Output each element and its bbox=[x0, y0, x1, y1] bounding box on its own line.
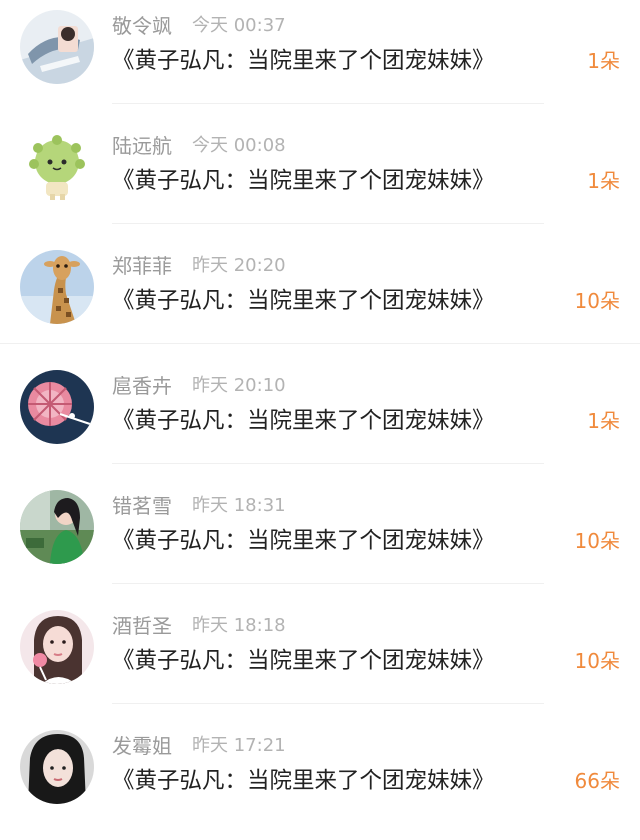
divider bbox=[112, 583, 544, 584]
flower-count: 10朵 bbox=[574, 649, 620, 673]
girl-with-lollipop-avatar-icon bbox=[20, 610, 94, 684]
girl-outdoors-avatar-icon bbox=[20, 490, 94, 564]
avatar[interactable] bbox=[20, 490, 94, 564]
timestamp: 昨天 17:21 bbox=[192, 735, 286, 756]
comment-text[interactable]: 《黄子弘凡：当院里来了个团宠妹妹》 bbox=[112, 46, 495, 76]
avatar[interactable] bbox=[20, 10, 94, 84]
avatar[interactable] bbox=[20, 730, 94, 804]
avatar[interactable] bbox=[20, 250, 94, 324]
user-name[interactable]: 错茗雪 bbox=[112, 494, 172, 518]
comment-row[interactable]: 敬令飒 今天 00:37 《黄子弘凡：当院里来了个团宠妹妹》 1朵 bbox=[0, 0, 640, 120]
comment-row[interactable]: 郑菲菲 昨天 20:20 《黄子弘凡：当院里来了个团宠妹妹》 10朵 bbox=[0, 240, 640, 360]
comment-text[interactable]: 《黄子弘凡：当院里来了个团宠妹妹》 bbox=[112, 646, 495, 676]
comment-text[interactable]: 《黄子弘凡：当院里来了个团宠妹妹》 bbox=[112, 526, 495, 556]
comment-text[interactable]: 《黄子弘凡：当院里来了个团宠妹妹》 bbox=[112, 166, 495, 196]
divider bbox=[112, 103, 544, 104]
timestamp: 昨天 20:10 bbox=[192, 375, 286, 396]
divider bbox=[112, 703, 544, 704]
flower-count: 10朵 bbox=[574, 529, 620, 553]
comment-row[interactable]: 错茗雪 昨天 18:31 《黄子弘凡：当院里来了个团宠妹妹》 10朵 bbox=[0, 480, 640, 600]
timestamp: 昨天 20:20 bbox=[192, 255, 286, 276]
dark-hair-girl-avatar-icon bbox=[20, 730, 94, 804]
flower-count: 1朵 bbox=[587, 49, 620, 73]
giraffe-avatar-icon bbox=[20, 250, 94, 324]
comment-text[interactable]: 《黄子弘凡：当院里来了个团宠妹妹》 bbox=[112, 406, 495, 436]
flower-count: 66朵 bbox=[574, 769, 620, 793]
avatar[interactable] bbox=[20, 130, 94, 204]
user-name[interactable]: 发霉姐 bbox=[112, 734, 172, 758]
divider bbox=[112, 223, 544, 224]
comment-text[interactable]: 《黄子弘凡：当院里来了个团宠妹妹》 bbox=[112, 286, 495, 316]
green-plush-creature-avatar-icon bbox=[20, 130, 94, 204]
flower-count: 1朵 bbox=[587, 409, 620, 433]
user-name[interactable]: 陆远航 bbox=[112, 134, 172, 158]
timestamp: 今天 00:37 bbox=[192, 15, 286, 36]
user-name[interactable]: 郑菲菲 bbox=[112, 254, 172, 278]
divider bbox=[112, 463, 544, 464]
avatar[interactable] bbox=[20, 610, 94, 684]
flower-count: 1朵 bbox=[587, 169, 620, 193]
user-name[interactable]: 敬令飒 bbox=[112, 14, 172, 38]
pink-flower-art-avatar-icon bbox=[20, 370, 94, 444]
divider bbox=[0, 343, 640, 344]
user-name[interactable]: 扈香卉 bbox=[112, 374, 172, 398]
comment-list: 敬令飒 今天 00:37 《黄子弘凡：当院里来了个团宠妹妹》 1朵 陆远航 今天… bbox=[0, 0, 640, 809]
comment-row[interactable]: 酒哲圣 昨天 18:18 《黄子弘凡：当院里来了个团宠妹妹》 10朵 bbox=[0, 600, 640, 720]
comment-row[interactable]: 陆远航 今天 00:08 《黄子弘凡：当院里来了个团宠妹妹》 1朵 bbox=[0, 120, 640, 240]
comment-text[interactable]: 《黄子弘凡：当院里来了个团宠妹妹》 bbox=[112, 766, 495, 796]
avatar[interactable] bbox=[20, 370, 94, 444]
comment-row[interactable]: 扈香卉 昨天 20:10 《黄子弘凡：当院里来了个团宠妹妹》 1朵 bbox=[0, 360, 640, 480]
timestamp: 昨天 18:31 bbox=[192, 495, 286, 516]
flower-count: 10朵 bbox=[574, 289, 620, 313]
timestamp: 昨天 18:18 bbox=[192, 615, 286, 636]
anime-illustration-avatar-icon bbox=[20, 10, 94, 84]
timestamp: 今天 00:08 bbox=[192, 135, 286, 156]
user-name[interactable]: 酒哲圣 bbox=[112, 614, 172, 638]
comment-row[interactable]: 发霉姐 昨天 17:21 《黄子弘凡：当院里来了个团宠妹妹》 66朵 bbox=[0, 720, 640, 840]
